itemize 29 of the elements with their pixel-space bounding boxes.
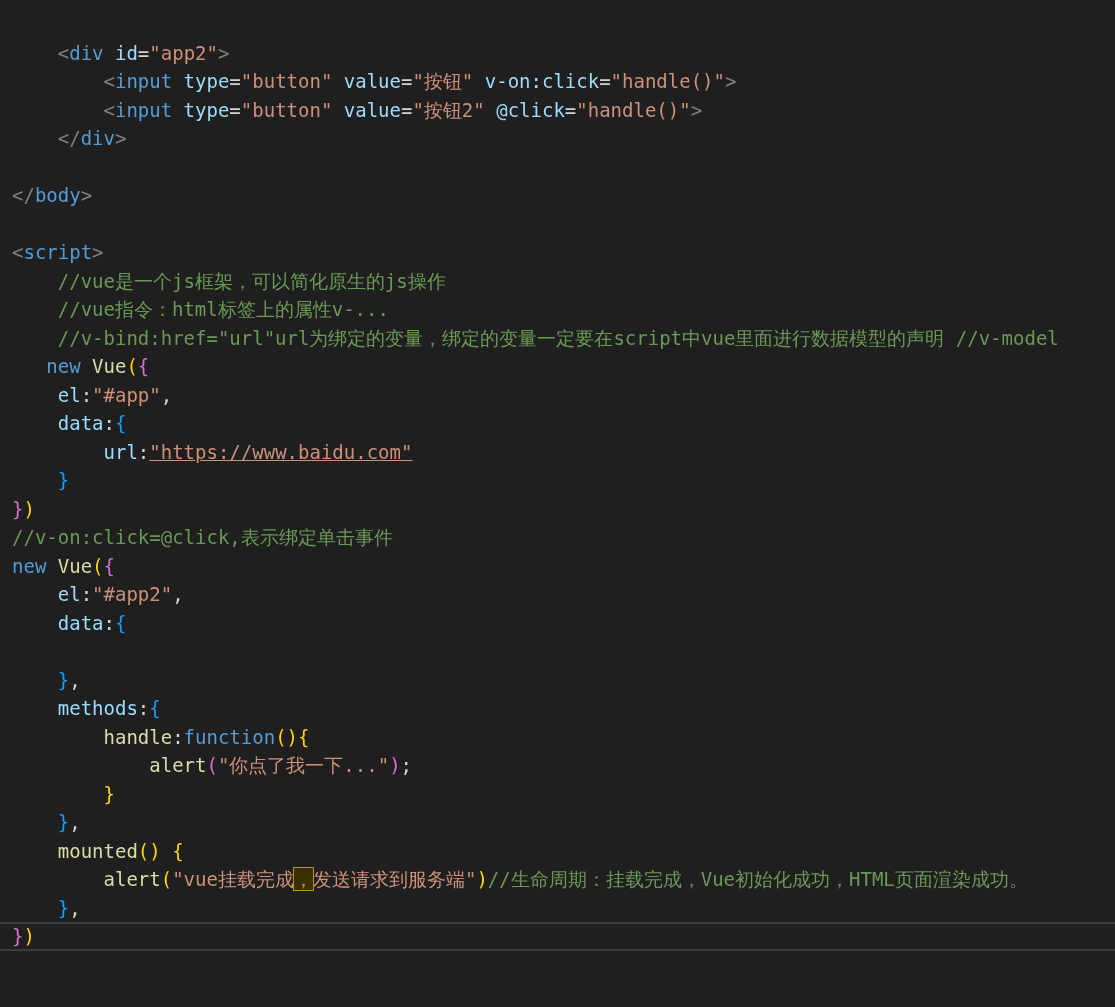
code-line: <input type="button" value="按钮2" @click="handle()"> xyxy=(102,97,704,123)
code-line: mounted() { xyxy=(56,838,185,864)
code-line: <input type="button" value="按钮" v-on:click="handle()"> xyxy=(102,69,738,94)
code-line: el:"#app", xyxy=(56,382,174,408)
code-line: data:{ xyxy=(56,411,128,436)
code-line: }, xyxy=(56,810,82,835)
code-line: }) xyxy=(0,922,1115,951)
code-line: methods:{ xyxy=(56,696,162,721)
code-line: data:{ xyxy=(56,610,128,636)
code-line: }, xyxy=(56,895,82,921)
code-line: alert("vue挂载完成，发送请求到服务端")//生命周期：挂载完成，Vue初始化成功，HTML页面渲染成功。 xyxy=(102,867,1029,892)
code-line: //v-bind:href="url"url为绑定的变量，绑定的变量一定要在script中vue里面进行数据模型的声明 //v-model xyxy=(56,325,1060,351)
code-line: </div> xyxy=(56,126,128,151)
code-line: el:"#app2", xyxy=(56,582,185,607)
code-line: new Vue({ xyxy=(11,553,116,579)
code-line: new Vue({ xyxy=(45,354,151,379)
code-line: alert("你点了我一下..."); xyxy=(148,753,414,778)
code-line: <script> xyxy=(11,240,105,265)
code-line: //vue指令：html标签上的属性v-... xyxy=(56,297,390,322)
code-line: //vue是一个js框架，可以简化原生的js操作 xyxy=(56,268,447,294)
code-line: //v-on:click=@click,表示绑定单击事件 xyxy=(11,525,394,550)
code-line: }) xyxy=(11,496,36,522)
code-line: } xyxy=(102,781,116,807)
code-line: } xyxy=(56,468,71,493)
code-line: </body> xyxy=(11,183,94,208)
code-line: }, xyxy=(56,667,82,693)
code-line: handle:function(){ xyxy=(102,724,311,750)
code-line: url:"https://www.baidu.com" xyxy=(102,439,414,465)
code-line: <div id="app2"> xyxy=(56,40,231,66)
